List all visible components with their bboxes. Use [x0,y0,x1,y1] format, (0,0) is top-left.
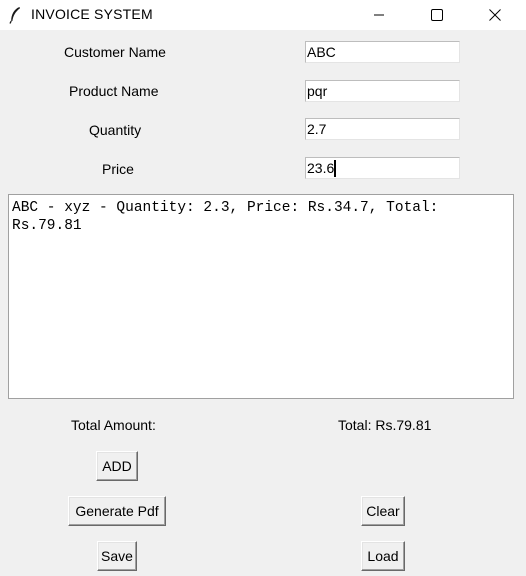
clear-button[interactable]: Clear [361,496,405,526]
maximize-button[interactable] [414,0,460,30]
feather-icon [8,6,22,24]
minimize-icon [374,14,384,16]
load-button[interactable]: Load [361,541,405,571]
generate-pdf-button[interactable]: Generate Pdf [68,496,166,526]
add-button[interactable]: ADD [96,451,138,481]
text-cursor [334,160,336,177]
minimize-button[interactable] [356,0,402,30]
total-amount-label: Total Amount: [71,417,156,433]
close-icon [489,9,501,21]
total-amount-value: Total: Rs.79.81 [338,417,432,433]
quantity-input[interactable] [305,118,460,140]
invoice-text-area[interactable]: ABC - xyz - Quantity: 2.3, Price: Rs.34.… [8,194,514,399]
product-name-input[interactable] [305,80,460,102]
price-input[interactable] [305,157,460,179]
customer-name-input[interactable] [305,41,460,63]
title-bar[interactable]: INVOICE SYSTEM [0,0,526,30]
customer-name-label: Customer Name [64,44,166,60]
window-title: INVOICE SYSTEM [31,6,153,22]
save-button[interactable]: Save [97,541,137,571]
quantity-label: Quantity [89,122,142,138]
maximize-icon [431,9,443,21]
close-button[interactable] [472,0,518,30]
price-label: Price [102,161,134,177]
product-name-label: Product Name [69,83,159,99]
invoice-window: INVOICE SYSTEM Customer Name Product Nam… [0,0,526,576]
